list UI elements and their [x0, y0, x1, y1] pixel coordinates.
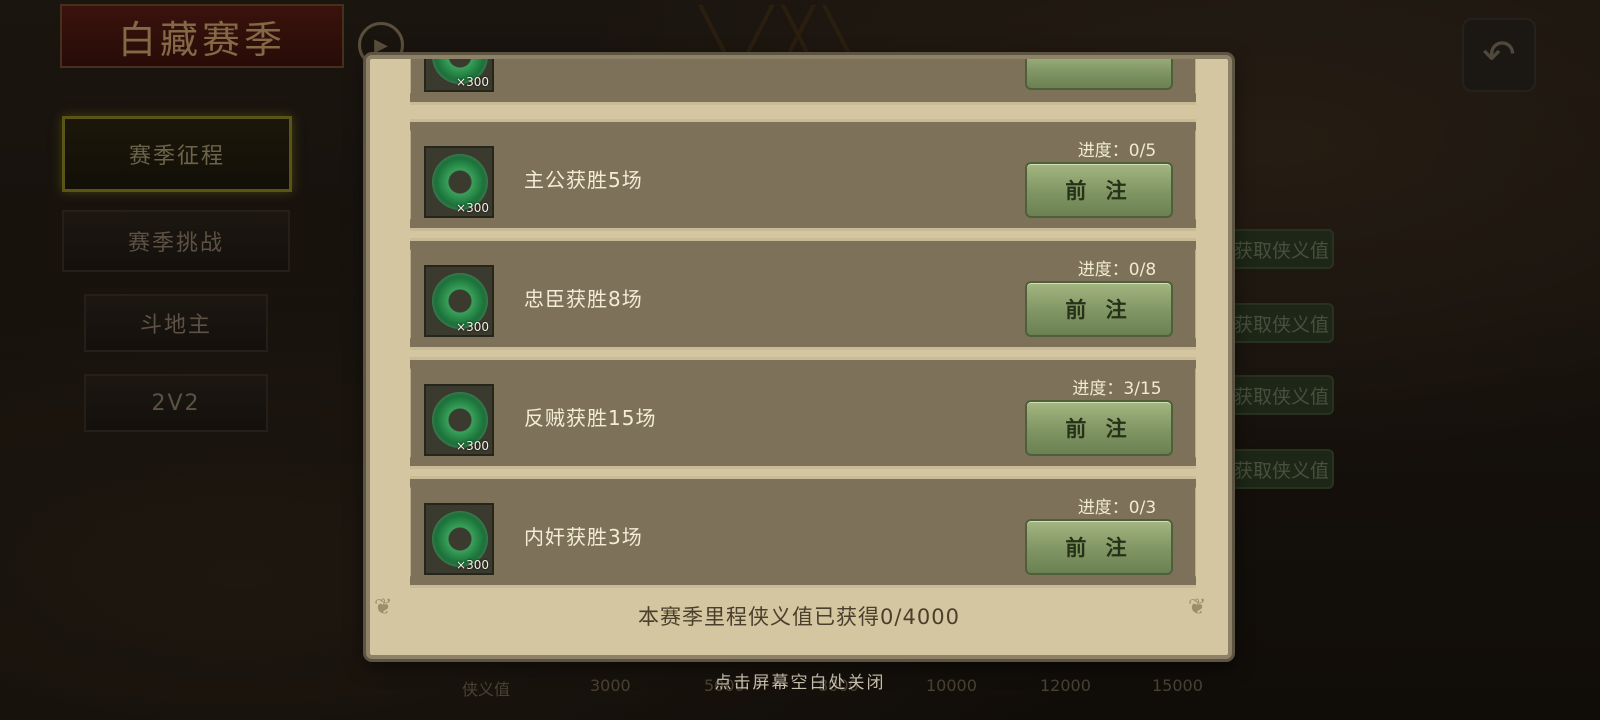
- task-name: 反贼获胜15场: [524, 406, 657, 430]
- reward-item: ×300: [424, 384, 494, 456]
- reward-quantity: ×300: [456, 558, 489, 572]
- go-button[interactable]: 前 注: [1025, 281, 1173, 337]
- task-progress: 进度：0/3: [1077, 498, 1157, 518]
- reward-quantity: ×300: [456, 320, 489, 334]
- task-name: 忠臣获胜8场: [524, 287, 643, 311]
- task-name: 内奸获胜3场: [524, 525, 643, 549]
- task-row: ×300 主公获胜5场 进度：0/5 前 注: [410, 119, 1196, 231]
- task-list[interactable]: ×300 ×300 主公获胜5场 进度：0/5 前 注 ×300 忠臣获胜8场 …: [410, 59, 1196, 595]
- go-button[interactable]: 前 注: [1025, 400, 1173, 456]
- go-button[interactable]: 前 注: [1025, 519, 1173, 575]
- task-modal: ❦ ❦ ×300 ×300 主公获胜5场 进度：0/5 前 注 ×300 忠臣获…: [366, 55, 1232, 659]
- reward-item: ×300: [424, 265, 494, 337]
- task-row: ×300: [410, 59, 1196, 105]
- task-progress: 进度：0/8: [1077, 260, 1157, 280]
- reward-quantity: ×300: [456, 201, 489, 215]
- season-progress-summary: 本赛季里程侠义值已获得0/4000: [638, 605, 960, 629]
- reward-item: ×300: [424, 146, 494, 218]
- reward-item: ×300: [424, 59, 494, 92]
- task-row: ×300 反贼获胜15场 进度：3/15 前 注: [410, 357, 1196, 469]
- reward-quantity: ×300: [456, 75, 489, 89]
- go-button[interactable]: 前 注: [1025, 162, 1173, 218]
- task-row: ×300 内奸获胜3场 进度：0/3 前 注: [410, 476, 1196, 588]
- task-row: ×300 忠臣获胜8场 进度：0/8 前 注: [410, 238, 1196, 350]
- reward-quantity: ×300: [456, 439, 489, 453]
- close-hint: 点击屏幕空白处关闭: [714, 673, 886, 693]
- task-progress: 进度：3/15: [1072, 379, 1162, 399]
- reward-item: ×300: [424, 503, 494, 575]
- task-progress: 进度：0/5: [1077, 141, 1157, 161]
- task-name: 主公获胜5场: [524, 168, 643, 192]
- go-button[interactable]: [1025, 59, 1173, 90]
